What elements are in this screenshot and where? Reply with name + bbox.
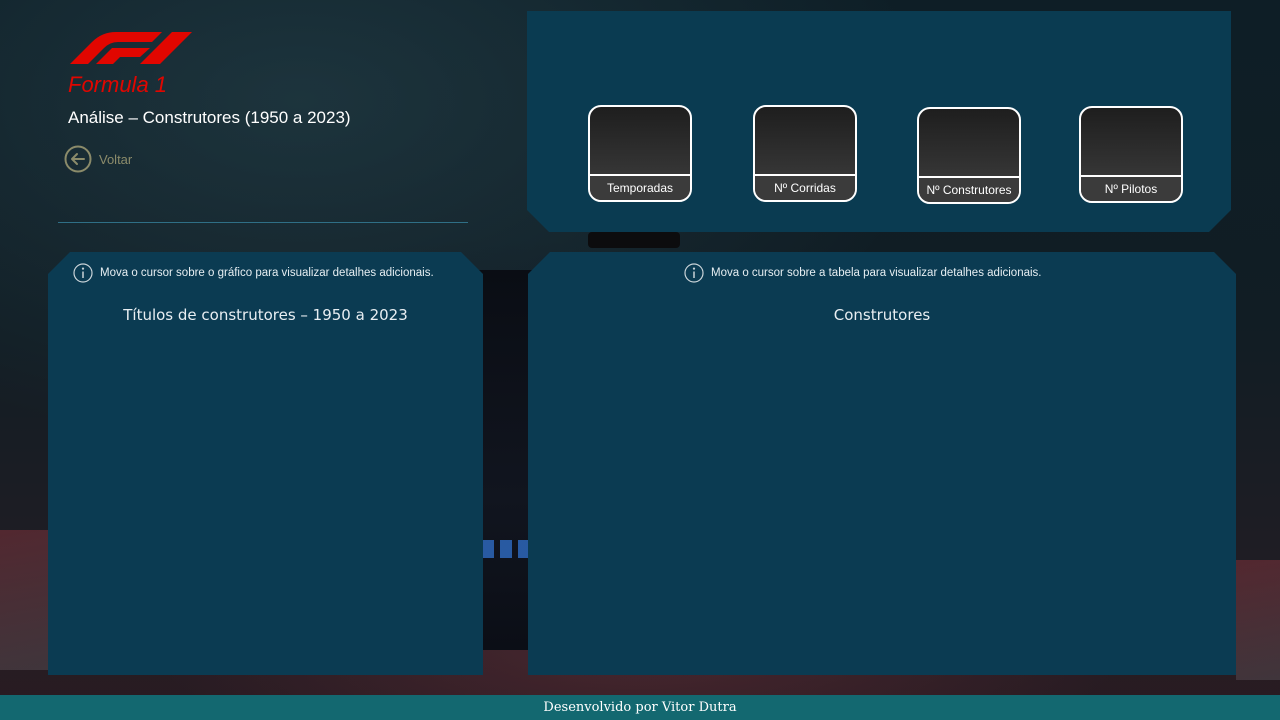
kpi-card-pilotos[interactable]: Nº Pilotos [1079,106,1183,203]
background-car-wing [588,232,680,248]
table-panel[interactable]: Mova o cursor sobre a tabela para visual… [528,252,1236,675]
kpi-panel: Temporadas Nº Corridas Nº Construtores N… [527,11,1231,232]
kpi-label: Nº Corridas [755,174,855,200]
table-hint-text: Mova o cursor sobre a tabela para visual… [711,267,1042,279]
chart-hint: Mova o cursor sobre o gráfico para visua… [73,263,434,283]
brand-title: Formula 1 [68,72,168,97]
arrow-left-circle-icon [64,145,92,173]
table-hint: Mova o cursor sobre a tabela para visual… [684,263,1042,283]
kpi-card-corridas[interactable]: Nº Corridas [753,105,857,202]
chart-hint-text: Mova o cursor sobre o gráfico para visua… [100,267,434,279]
kpi-label: Nº Pilotos [1081,175,1181,201]
info-icon [684,263,704,283]
kpi-label: Temporadas [590,174,690,200]
kpi-card-construtores[interactable]: Nº Construtores [917,107,1021,204]
background-track-stripe [1236,560,1280,680]
back-button[interactable]: Voltar [64,145,132,173]
info-icon [73,263,93,283]
back-label: Voltar [99,151,133,167]
page-title: Análise – Construtores (1950 a 2023) [68,108,351,127]
kpi-label: Nº Construtores [919,176,1019,202]
f1-logo-icon [70,32,192,64]
footer-credit: Desenvolvido por Vitor Dutra [0,695,1280,720]
chart-panel[interactable]: Mova o cursor sobre o gráfico para visua… [48,252,483,675]
table-title: Construtores [833,306,931,324]
kpi-card-temporadas[interactable]: Temporadas [588,105,692,202]
header-divider [58,222,468,223]
chart-title: Títulos de construtores – 1950 a 2023 [123,306,408,324]
